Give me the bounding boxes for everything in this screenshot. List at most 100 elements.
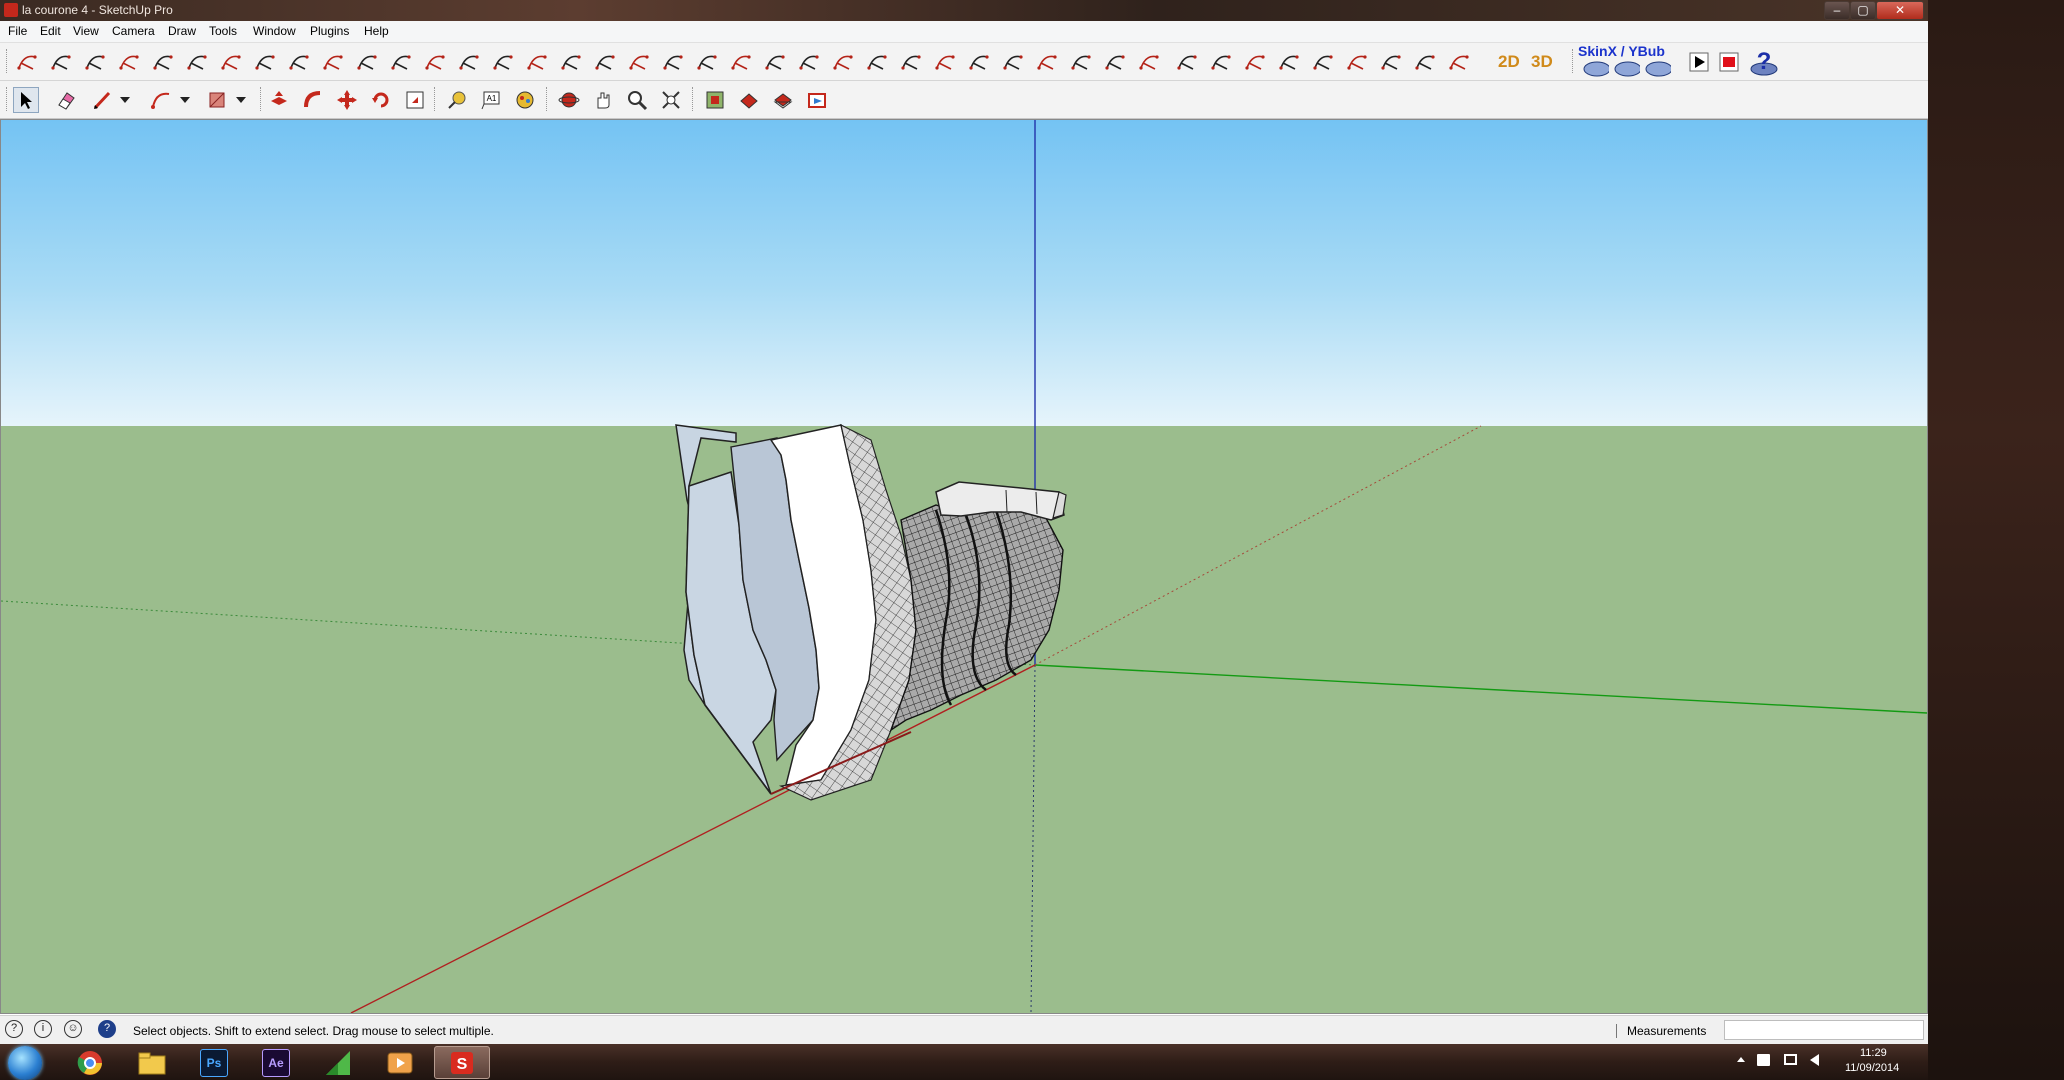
move-tool-icon[interactable] — [334, 87, 360, 113]
gear-tool-icon[interactable] — [150, 49, 176, 75]
pencil-tool-icon[interactable] — [89, 87, 115, 113]
ship-hull-model[interactable] — [675, 423, 1067, 801]
cup-tool-icon[interactable] — [490, 49, 516, 75]
share-model-icon[interactable] — [736, 87, 762, 113]
taskbar-explorer[interactable] — [124, 1046, 180, 1079]
text-tool-icon[interactable]: A1 — [478, 87, 504, 113]
taskbar-chrome[interactable] — [62, 1046, 118, 1079]
feather-tool-icon[interactable] — [796, 49, 822, 75]
marker-tool-icon[interactable] — [1412, 49, 1438, 75]
weave-tool-icon[interactable] — [252, 49, 278, 75]
select-tool-icon[interactable] — [13, 87, 39, 113]
taskbar-after-effects[interactable]: Ae — [248, 1046, 304, 1079]
scale-tool-icon[interactable] — [402, 87, 428, 113]
toolbar-grip[interactable] — [546, 87, 550, 111]
pin-tool-icon[interactable] — [1378, 49, 1404, 75]
slash-tool-icon[interactable] — [762, 49, 788, 75]
measurements-input[interactable] — [1724, 1020, 1924, 1040]
curve-tool-icon[interactable] — [14, 49, 40, 75]
close-button[interactable]: ✕ — [1876, 1, 1924, 20]
wires-tool-icon[interactable] — [1242, 49, 1268, 75]
chevron-down-icon[interactable] — [118, 87, 132, 113]
3d-button[interactable]: 3D — [1531, 52, 1553, 72]
fan-tool-icon[interactable] — [320, 49, 346, 75]
toolbar-grip[interactable] — [434, 87, 438, 111]
taskbar-photoshop[interactable]: Ps — [186, 1046, 242, 1079]
taskbar-media-player[interactable] — [372, 1046, 428, 1079]
help-icon[interactable]: ? — [98, 1020, 116, 1038]
paint-bucket-tool-icon[interactable] — [512, 87, 538, 113]
start-button[interactable] — [8, 1046, 42, 1080]
credits-icon[interactable]: i — [34, 1020, 52, 1038]
angle-tool-icon[interactable] — [422, 49, 448, 75]
eraser-tool-icon[interactable] — [53, 87, 79, 113]
maximize-button[interactable]: ▢ — [1850, 1, 1876, 20]
share-component-icon[interactable] — [770, 87, 796, 113]
toolbar-grip[interactable] — [6, 87, 10, 111]
bundle-tool-icon[interactable] — [1276, 49, 1302, 75]
chevron-down-icon[interactable] — [234, 87, 248, 113]
skinx-shape-icon[interactable] — [1645, 55, 1671, 81]
drum-tool-icon[interactable] — [626, 49, 652, 75]
feather-tool-icon[interactable] — [864, 49, 890, 75]
zoom-tool-icon[interactable] — [624, 87, 650, 113]
taskbar-sketchup[interactable]: S — [434, 1046, 490, 1079]
arrow-tool-icon[interactable] — [694, 49, 720, 75]
tray-arrow-icon[interactable] — [1737, 1057, 1745, 1062]
rectangle-tool-icon[interactable] — [204, 87, 230, 113]
sketchup-app-icon[interactable] — [4, 3, 18, 17]
cross-tool-icon[interactable] — [116, 49, 142, 75]
flag-tool-icon[interactable] — [1446, 49, 1472, 75]
menu-file[interactable]: File — [8, 24, 27, 38]
skinx-shape-icon[interactable] — [1614, 55, 1640, 81]
lasso-tool-icon[interactable] — [1344, 49, 1370, 75]
3d-viewport[interactable] — [0, 119, 1928, 1014]
push-pull-tool-icon[interactable] — [266, 87, 292, 113]
volume-icon[interactable] — [1810, 1054, 1819, 1066]
orbit-tool-icon[interactable] — [556, 87, 582, 113]
corner-tool-icon[interactable] — [354, 49, 380, 75]
ribbon-tool-icon[interactable] — [1174, 49, 1200, 75]
zoom-extents-tool-icon[interactable] — [658, 87, 684, 113]
tape-measure-tool-icon[interactable] — [444, 87, 470, 113]
feather-tool-icon[interactable] — [830, 49, 856, 75]
2d-button[interactable]: 2D — [1498, 52, 1520, 72]
mesh-tool-icon[interactable] — [1102, 49, 1128, 75]
skinx-shape-icon[interactable] — [1583, 55, 1609, 81]
dome-tool-icon[interactable] — [1310, 49, 1336, 75]
cone-tool-icon[interactable] — [524, 49, 550, 75]
taskbar-camtasia[interactable] — [310, 1046, 366, 1079]
get-models-icon[interactable] — [702, 87, 728, 113]
open-tool-icon[interactable] — [660, 49, 686, 75]
menu-help[interactable]: Help — [364, 24, 389, 38]
link-tool-icon[interactable] — [184, 49, 210, 75]
menu-tools[interactable]: Tools — [209, 24, 237, 38]
menu-draw[interactable]: Draw — [168, 24, 196, 38]
pan-tool-icon[interactable] — [590, 87, 616, 113]
loft-tool-icon[interactable] — [898, 49, 924, 75]
toolbar-grip[interactable] — [692, 87, 696, 111]
geolocation-icon[interactable]: ? — [5, 1020, 23, 1038]
comb-tool-icon[interactable] — [558, 49, 584, 75]
cage-tool-icon[interactable] — [1136, 49, 1162, 75]
user-account-icon[interactable]: ☺ — [64, 1020, 82, 1038]
stack-tool-icon[interactable] — [728, 49, 754, 75]
hook-tool-icon[interactable] — [218, 49, 244, 75]
grid-tool-icon[interactable] — [592, 49, 618, 75]
menu-view[interactable]: View — [73, 24, 99, 38]
network-icon[interactable] — [1784, 1054, 1797, 1065]
rotate-tool-icon[interactable] — [368, 87, 394, 113]
layers-tool-icon[interactable] — [1068, 49, 1094, 75]
menu-plugins[interactable]: Plugins — [310, 24, 349, 38]
fold-tool-icon[interactable] — [966, 49, 992, 75]
follow-me-tool-icon[interactable] — [300, 87, 326, 113]
swirl-tool-icon[interactable] — [286, 49, 312, 75]
minimize-button[interactable]: – — [1824, 1, 1850, 20]
toolbar-grip[interactable] — [6, 49, 10, 73]
menu-edit[interactable]: Edit — [40, 24, 61, 38]
clock-time[interactable]: 11:29 — [1860, 1047, 1887, 1059]
wave-tool-icon[interactable] — [932, 49, 958, 75]
clock-date[interactable]: 11/09/2014 — [1845, 1062, 1899, 1074]
menu-camera[interactable]: Camera — [112, 24, 155, 38]
loop-tool-icon[interactable] — [82, 49, 108, 75]
